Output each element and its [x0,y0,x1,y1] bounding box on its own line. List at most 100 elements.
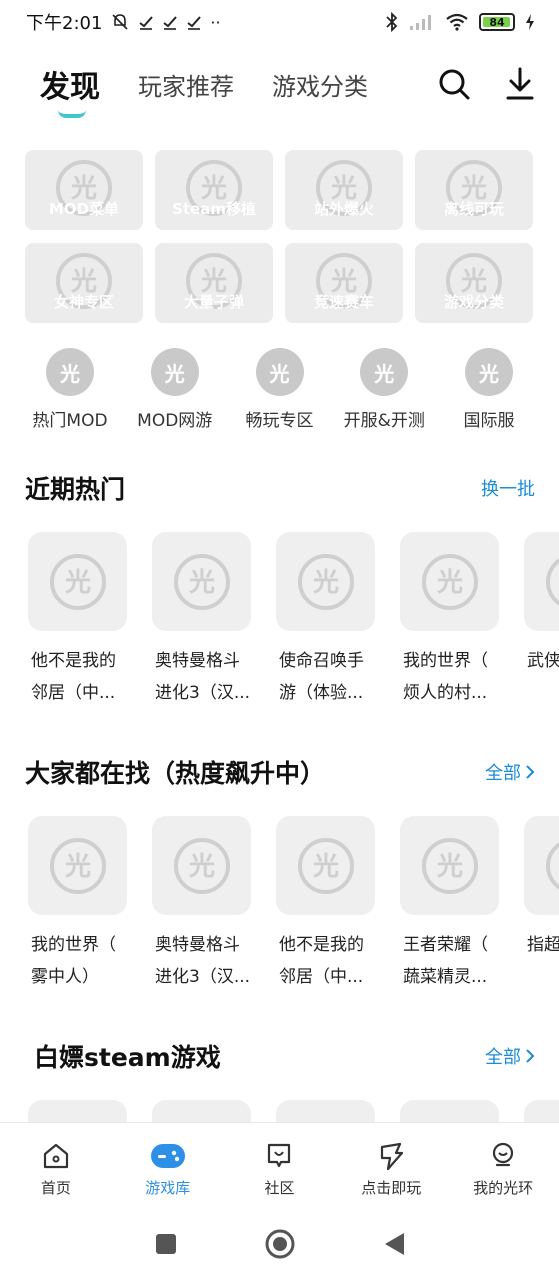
section-recent-header: 近期热门 换一批 [25,470,535,506]
svg-text:光: 光 [187,568,214,598]
tile-steam-port[interactable]: 光 Steam移植 [155,150,273,230]
svg-text:光: 光 [435,568,462,598]
game-card[interactable]: 光 使命召唤手 游（体验... [276,532,375,709]
download-icon[interactable] [505,67,535,101]
tile-label: Steam移植 [172,199,256,218]
shortcut-label: 开服&开测 [343,411,425,431]
game-placeholder-icon: 光 [276,532,375,631]
game-placeholder-icon: 光 [152,816,251,915]
game-card[interactable] [276,1100,375,1122]
back-triangle-icon[interactable] [382,1231,406,1257]
svg-text:光: 光 [435,852,462,882]
tile-offline-play[interactable]: 光 离线可玩 [415,150,533,230]
game-card[interactable]: 光 王者荣耀（ 蔬菜精灵... [400,816,499,993]
shortcut-international[interactable]: 光 国际服 [439,348,539,431]
game-name: 我的世界（ 烦人的村... [403,651,488,703]
shortcut-server-test[interactable]: 光 开服&开测 [334,348,434,431]
lightning-icon [381,1142,404,1171]
tile-racing[interactable]: 光 竞速赛车 [285,243,403,323]
recents-square-icon[interactable] [154,1232,178,1256]
steam-games-row [28,1100,559,1122]
svg-text:光: 光 [63,852,90,882]
active-tab-indicator [58,110,86,118]
tile-label: MOD菜单 [48,199,120,218]
game-name: 他不是我的 邻居（中... [31,651,116,703]
nav-profile[interactable]: 我的光环 [447,1123,559,1208]
game-card[interactable]: 光 我的世界（ 烦人的村... [400,532,499,709]
game-card[interactable] [400,1100,499,1122]
tab-discover[interactable]: 发现 [40,62,100,118]
shortcut-label: 热门MOD [32,411,108,431]
game-placeholder-icon: 光 [400,816,499,915]
shortcut-hot-mod[interactable]: 光 热门MOD [20,348,120,431]
community-icon [268,1143,291,1168]
tile-viral-offsite[interactable]: 光 站外爆火 [285,150,403,230]
feature-tile-grid: 光 MOD菜单 光 Steam移植 光 站外爆火 光 离线可玩 光 女神专区 光… [25,150,535,323]
game-name: 奥特曼格斗 进化3（汉... [155,935,251,987]
tile-label: 竞速赛车 [313,292,374,311]
game-name: 他不是我的 邻居（中... [279,935,364,987]
view-all-button[interactable]: 全部 [485,1043,535,1069]
wifi-icon [446,13,468,31]
nav-home[interactable]: 首页 [0,1123,112,1208]
shortcut-row: 光 热门MOD 光 MOD网游 光 畅玩专区 光 开服&开测 光 国际服 [20,348,539,431]
game-placeholder-icon: 光 [28,816,127,915]
game-card[interactable] [152,1100,251,1122]
shuffle-button[interactable]: 换一批 [481,475,535,501]
tile-label: 站外爆火 [313,199,374,218]
tile-label: 游戏分类 [443,292,504,311]
search-icon[interactable] [437,67,471,101]
mute-bell-icon [112,14,128,30]
game-card[interactable]: 光 武侠 [524,532,559,709]
game-card[interactable] [28,1100,127,1122]
notification-icons: ·· [110,12,221,32]
nav-community[interactable]: 社区 [224,1123,336,1208]
game-placeholder-icon [524,1100,559,1122]
gamepad-icon [150,1144,185,1168]
home-circle-icon[interactable] [264,1228,296,1260]
shortcut-label: 国际服 [463,411,515,431]
more-dots-icon: ·· [210,12,221,32]
game-card[interactable]: 光 我的世界（ 雾中人） [28,816,127,993]
game-card[interactable]: 光 奥特曼格斗 进化3（汉... [152,532,251,709]
guang-logo-icon: 光 [150,348,199,396]
status-bar: 下午2:01 ·· 84 [0,0,559,44]
game-card[interactable] [524,1100,559,1122]
section-title: 白嫖steam游戏 [34,1043,221,1072]
tab-player-recommend[interactable]: 玩家推荐 [138,67,234,102]
game-placeholder-icon: 光 [276,816,375,915]
tile-mod-menu[interactable]: 光 MOD菜单 [25,150,143,230]
game-placeholder-icon: 光 [524,532,559,631]
game-name: 我的世界（ 雾中人） [31,935,116,987]
bottom-nav: 首页 游戏库 社区 点击即玩 我的光环 [0,1122,559,1208]
nav-instant-play[interactable]: 点击即玩 [335,1123,447,1208]
tile-unlimited-ammo[interactable]: 光 大量子弹 [155,243,273,323]
guang-logo-icon: 光 [465,348,513,396]
system-nav-bar [0,1208,559,1280]
shortcut-label: MOD网游 [137,411,213,431]
game-placeholder-icon [276,1100,375,1122]
view-all-button[interactable]: 全部 [485,759,535,785]
svg-text:光: 光 [63,568,90,598]
game-card[interactable]: 光 奥特曼格斗 进化3（汉... [152,816,251,993]
tile-label: 女神专区 [53,292,114,311]
nav-game-library[interactable]: 游戏库 [112,1123,224,1208]
shortcut-mod-online[interactable]: 光 MOD网游 [125,348,225,431]
tile-goddess-zone[interactable]: 光 女神专区 [25,243,143,323]
trending-games-row: 光 我的世界（ 雾中人） 光 奥特曼格斗 进化3（汉... 光 他不是我的 邻居（中.… [28,816,559,993]
chevron-right-icon [526,765,535,779]
game-name: 奥特曼格斗 进化3（汉... [155,651,251,703]
game-card[interactable]: 光 他不是我的 邻居（中... [28,532,127,709]
tab-label: 发现 [40,70,100,105]
guang-logo-icon: 光 [360,348,409,396]
nav-label: 游戏库 [145,1179,191,1197]
status-time: 下午2:01 [26,13,103,34]
tile-label: 大量子弹 [183,292,244,311]
tile-game-category[interactable]: 光 游戏分类 [415,243,533,323]
check-icon [163,16,178,30]
game-card[interactable]: 光 他不是我的 邻居（中... [276,816,375,993]
shortcut-free-play[interactable]: 光 畅玩专区 [230,348,330,431]
home-icon [43,1143,68,1169]
game-card[interactable]: 光 指超 [524,816,559,993]
tab-game-category[interactable]: 游戏分类 [272,67,368,102]
